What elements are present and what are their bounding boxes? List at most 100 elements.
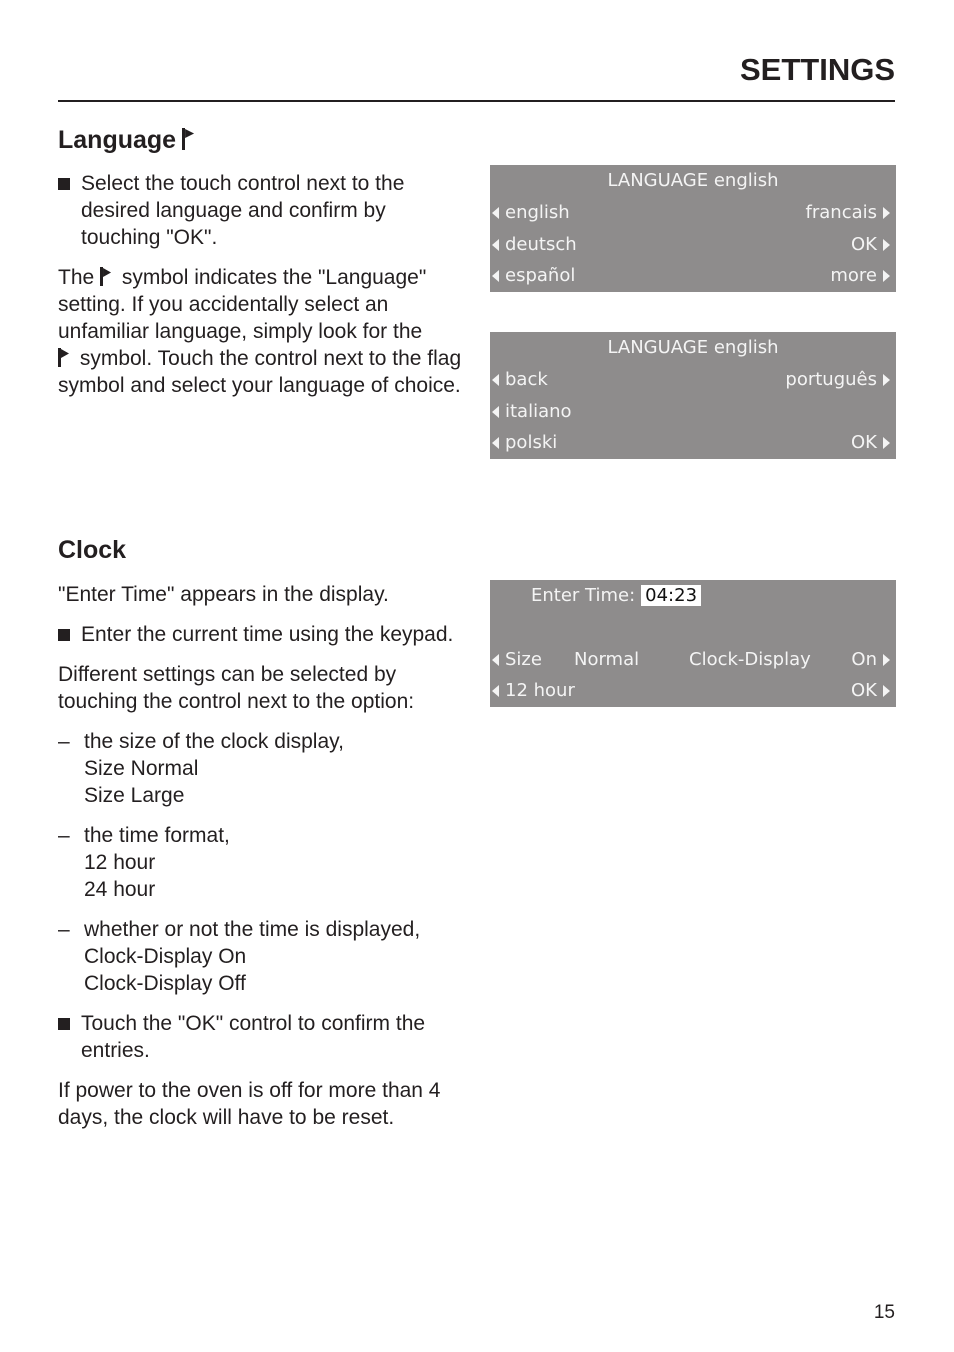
arrow-right-icon: [883, 239, 890, 251]
option-value: Size Normal: [84, 757, 199, 780]
display-title: LANGUAGE english: [607, 337, 779, 358]
option-espanol[interactable]: español: [492, 265, 575, 286]
dash-marker: –: [58, 730, 70, 753]
arrow-right-icon: [883, 374, 890, 386]
option-label: deutsch: [505, 234, 577, 255]
option-value: Clock-Display On: [84, 945, 247, 968]
language-display-2: LANGUAGE english back português italiano…: [490, 332, 896, 459]
flag-icon: [100, 267, 112, 286]
page-number: 15: [873, 1302, 895, 1323]
option-value: 12 hour: [84, 851, 156, 874]
arrow-left-icon: [492, 207, 499, 219]
option-ok[interactable]: OK: [851, 234, 890, 255]
language-instruction-bullet: Select the touch control next to the des…: [58, 170, 468, 251]
explanation-text-1: The: [58, 266, 101, 289]
explanation-text-2: symbol indicates the "Language" setting.…: [58, 266, 427, 343]
option-more[interactable]: more: [830, 265, 890, 286]
display-row: 12 hour OK: [490, 680, 896, 708]
option-label: On: [851, 649, 877, 670]
option-label: español: [505, 265, 576, 286]
option-label: italiano: [505, 401, 572, 422]
option-ok[interactable]: OK: [851, 680, 890, 701]
arrow-right-icon: [883, 207, 890, 219]
language-display-1: LANGUAGE english english francais deutsc…: [490, 165, 896, 292]
option-label: back: [505, 369, 548, 390]
option-label: OK: [851, 234, 877, 255]
option-deutsch[interactable]: deutsch: [492, 234, 577, 255]
size-value: Normal: [574, 649, 640, 670]
option-label: polski: [505, 432, 558, 453]
option-size[interactable]: Size: [492, 649, 542, 670]
bullet-square-icon: [58, 1018, 70, 1030]
option-english[interactable]: english: [492, 202, 570, 223]
display-title: LANGUAGE english: [607, 170, 779, 191]
clock-confirm-bullet: Touch the "OK" control to confirm the en…: [58, 1010, 468, 1064]
dash-marker: –: [58, 824, 70, 847]
language-heading-text: Language: [58, 126, 177, 154]
option-francais[interactable]: francais: [806, 202, 890, 223]
arrow-left-icon: [492, 685, 499, 697]
enter-time-row: Enter Time: 04:23: [531, 585, 702, 606]
display-row: deutsch OK: [490, 234, 896, 262]
option-description: the time format,: [84, 824, 230, 847]
clock-display: Enter Time: 04:23 Size Normal Clock-Displ…: [490, 580, 896, 707]
clock-display-label: Clock-Display: [689, 649, 811, 670]
page-section-title: SETTINGS: [739, 52, 895, 87]
enter-time-label: Enter Time:: [531, 585, 636, 606]
clock-intro: "Enter Time" appears in the display.: [58, 583, 389, 606]
option-label: english: [505, 202, 570, 223]
flag-icon: [182, 128, 196, 150]
option-time-format[interactable]: 12 hour: [492, 680, 575, 701]
option-description: the size of the clock display,: [84, 730, 344, 753]
option-label: 12 hour: [505, 680, 575, 701]
clock-text-column: "Enter Time" appears in the display. Ent…: [58, 581, 468, 1144]
language-instruction-text: Select the touch control next to the des…: [81, 172, 405, 249]
option-label: francais: [805, 202, 877, 223]
option-portugues[interactable]: português: [785, 369, 890, 390]
arrow-left-icon: [492, 406, 499, 418]
display-row: español more: [490, 265, 896, 293]
language-heading: Language: [58, 126, 196, 155]
option-label: OK: [851, 432, 877, 453]
option-back[interactable]: back: [492, 369, 548, 390]
clock-confirm-text: Touch the "OK" control to confirm the en…: [81, 1012, 426, 1062]
clock-options-intro: Different settings can be selected by to…: [58, 663, 415, 713]
bullet-square-icon: [58, 178, 70, 190]
clock-option-item: – the size of the clock display, Size No…: [58, 728, 468, 809]
option-clock-display[interactable]: On: [851, 649, 890, 670]
clock-instruction-text: Enter the current time using the keypad.: [81, 623, 454, 646]
clock-option-item: – the time format, 12 hour 24 hour: [58, 822, 468, 903]
bullet-square-icon: [58, 629, 70, 641]
clock-option-item: – whether or not the time is displayed, …: [58, 916, 468, 997]
arrow-left-icon: [492, 239, 499, 251]
option-value: Clock-Display Off: [84, 972, 246, 995]
option-label: Size: [505, 649, 542, 670]
arrow-left-icon: [492, 270, 499, 282]
arrow-left-icon: [492, 654, 499, 666]
header-divider: [58, 100, 895, 102]
option-italiano[interactable]: italiano: [492, 401, 572, 422]
option-label: OK: [851, 680, 877, 701]
display-row: back português: [490, 369, 896, 397]
flag-icon: [58, 348, 70, 367]
time-input[interactable]: 04:23: [641, 585, 702, 606]
option-value: 24 hour: [84, 878, 156, 901]
option-description: whether or not the time is displayed,: [84, 918, 421, 941]
arrow-right-icon: [883, 685, 890, 697]
dash-marker: –: [58, 918, 70, 941]
clock-instruction-bullet: Enter the current time using the keypad.: [58, 621, 468, 648]
display-row: polski OK: [490, 432, 896, 460]
option-ok[interactable]: OK: [851, 432, 890, 453]
clock-heading: Clock: [58, 536, 127, 564]
language-explanation: The symbol indicates the "Language" sett…: [58, 264, 468, 399]
option-label: português: [785, 369, 877, 390]
option-polski[interactable]: polski: [492, 432, 557, 453]
arrow-left-icon: [492, 437, 499, 449]
explanation-text-3: symbol. Touch the control next to the fl…: [58, 347, 462, 397]
display-row: Size Normal Clock-Display On: [490, 649, 896, 677]
arrow-right-icon: [883, 654, 890, 666]
language-text-column: Select the touch control next to the des…: [58, 170, 468, 412]
arrow-right-icon: [883, 270, 890, 282]
clock-reset-note: If power to the oven is off for more tha…: [58, 1079, 441, 1129]
display-row: italiano: [490, 401, 896, 429]
